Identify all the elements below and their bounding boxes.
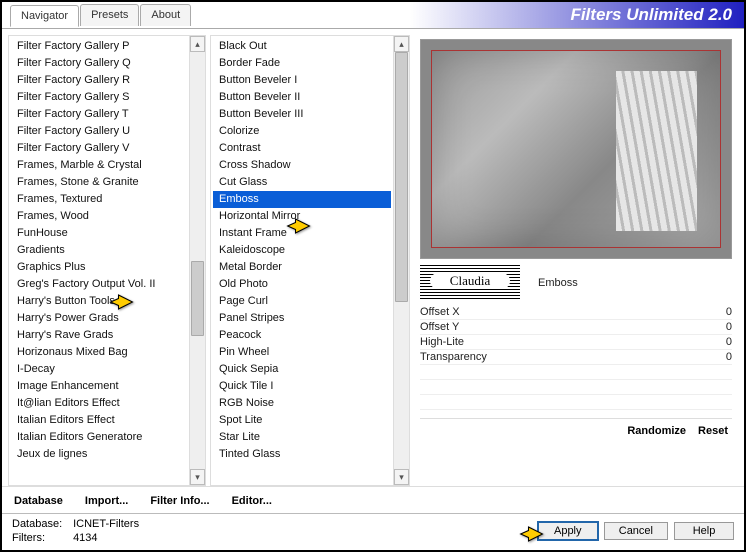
list-item[interactable]: Filter Factory Gallery T — [11, 106, 187, 123]
filters-value: 4134 — [73, 532, 97, 544]
list-item[interactable]: Tinted Glass — [213, 446, 391, 463]
right-actions: Randomize Reset — [420, 418, 732, 441]
list-item[interactable]: Harry's Rave Grads — [11, 327, 187, 344]
claudia-logo — [420, 265, 520, 301]
list-item[interactable]: Frames, Textured — [11, 191, 187, 208]
list-item[interactable]: It@lian Editors Effect — [11, 395, 187, 412]
scroll-up-icon[interactable]: ▴ — [190, 36, 205, 52]
list-item[interactable]: Spot Lite — [213, 412, 391, 429]
status-bar: Database: ICNET-Filters Filters: 4134 Ap… — [2, 513, 744, 550]
list-item[interactable]: Frames, Wood — [11, 208, 187, 225]
list-item[interactable]: Emboss — [213, 191, 391, 208]
list-item[interactable]: Cut Glass — [213, 174, 391, 191]
list-item[interactable]: Kaleidoscope — [213, 242, 391, 259]
mid-scrollbar[interactable]: ▴ ▾ — [393, 36, 409, 485]
cancel-button[interactable]: Cancel — [604, 522, 668, 540]
list-item[interactable]: Italian Editors Generatore — [11, 429, 187, 446]
list-item[interactable]: Page Curl — [213, 293, 391, 310]
scroll-up-icon[interactable]: ▴ — [394, 36, 409, 52]
list-item[interactable]: Quick Sepia — [213, 361, 391, 378]
list-item[interactable]: Colorize — [213, 123, 391, 140]
list-item[interactable]: Filter Factory Gallery U — [11, 123, 187, 140]
list-item[interactable]: FunHouse — [11, 225, 187, 242]
list-item[interactable]: Italian Editors Effect — [11, 412, 187, 429]
import-link[interactable]: Import... — [85, 495, 128, 507]
list-item[interactable]: Cross Shadow — [213, 157, 391, 174]
list-item[interactable]: Quick Tile I — [213, 378, 391, 395]
main-panel: Filter Factory Gallery PFilter Factory G… — [2, 28, 744, 486]
tab-navigator[interactable]: Navigator — [10, 5, 79, 27]
list-item[interactable]: Horizontal Mirror — [213, 208, 391, 225]
list-item[interactable]: Frames, Marble & Crystal — [11, 157, 187, 174]
tabs: Navigator Presets About — [10, 4, 192, 26]
list-item[interactable]: Graphics Plus — [11, 259, 187, 276]
list-item[interactable]: Old Photo — [213, 276, 391, 293]
reset-button[interactable]: Reset — [698, 425, 728, 437]
list-item[interactable]: Harry's Power Grads — [11, 310, 187, 327]
randomize-button[interactable]: Randomize — [627, 425, 686, 437]
list-item[interactable]: Image Enhancement — [11, 378, 187, 395]
list-item[interactable]: Greg's Factory Output Vol. II — [11, 276, 187, 293]
list-item[interactable]: Panel Stripes — [213, 310, 391, 327]
left-scrollbar[interactable]: ▴ ▾ — [189, 36, 205, 485]
list-item[interactable]: Metal Border — [213, 259, 391, 276]
category-list[interactable]: Filter Factory Gallery PFilter Factory G… — [9, 36, 189, 485]
filter-list[interactable]: Black OutBorder FadeButton Beveler IButt… — [211, 36, 393, 485]
db-value: ICNET-Filters — [73, 518, 139, 530]
parameters-table: Offset X0Offset Y0High-Lite0Transparency… — [420, 305, 732, 410]
list-item[interactable]: Harry's Button Tools — [11, 293, 187, 310]
list-item[interactable]: Jeux de lignes — [11, 446, 187, 463]
param-row[interactable]: Transparency0 — [420, 350, 732, 365]
list-item[interactable]: Contrast — [213, 140, 391, 157]
scroll-down-icon[interactable]: ▾ — [394, 469, 409, 485]
help-button[interactable]: Help — [674, 522, 734, 540]
list-item[interactable]: I-Decay — [11, 361, 187, 378]
app-title: Filters Unlimited 2.0 — [570, 5, 736, 25]
db-label: Database: — [12, 518, 70, 530]
list-item[interactable]: Instant Frame — [213, 225, 391, 242]
param-row[interactable]: Offset X0 — [420, 305, 732, 320]
list-item[interactable]: Frames, Stone & Granite — [11, 174, 187, 191]
database-link[interactable]: Database — [14, 495, 63, 507]
list-item[interactable]: Star Lite — [213, 429, 391, 446]
scroll-down-icon[interactable]: ▾ — [190, 469, 205, 485]
param-row[interactable]: Offset Y0 — [420, 320, 732, 335]
tab-about[interactable]: About — [140, 4, 191, 26]
titlebar: Navigator Presets About Filters Unlimite… — [2, 2, 744, 28]
list-item[interactable]: Filter Factory Gallery Q — [11, 55, 187, 72]
list-item[interactable]: Pin Wheel — [213, 344, 391, 361]
list-item[interactable]: Button Beveler II — [213, 89, 391, 106]
editor-link[interactable]: Editor... — [232, 495, 272, 507]
apply-button[interactable]: Apply — [538, 522, 598, 540]
list-item[interactable]: Border Fade — [213, 55, 391, 72]
list-item[interactable]: Filter Factory Gallery P — [11, 38, 187, 55]
list-item[interactable]: Button Beveler I — [213, 72, 391, 89]
list-item[interactable]: Peacock — [213, 327, 391, 344]
list-item[interactable]: Gradients — [11, 242, 187, 259]
list-item[interactable]: Filter Factory Gallery R — [11, 72, 187, 89]
list-item[interactable]: Black Out — [213, 38, 391, 55]
list-item[interactable]: Filter Factory Gallery V — [11, 140, 187, 157]
list-item[interactable]: RGB Noise — [213, 395, 391, 412]
preview-image — [420, 39, 732, 259]
selected-filter-label: Emboss — [538, 277, 732, 289]
list-item[interactable]: Horizonaus Mixed Bag — [11, 344, 187, 361]
filters-label: Filters: — [12, 532, 70, 544]
param-row[interactable]: High-Lite0 — [420, 335, 732, 350]
list-item[interactable]: Filter Factory Gallery S — [11, 89, 187, 106]
filter-info-link[interactable]: Filter Info... — [150, 495, 209, 507]
list-item[interactable]: Button Beveler III — [213, 106, 391, 123]
tab-presets[interactable]: Presets — [80, 4, 139, 26]
bottom-links: Database Import... Filter Info... Editor… — [2, 486, 744, 513]
